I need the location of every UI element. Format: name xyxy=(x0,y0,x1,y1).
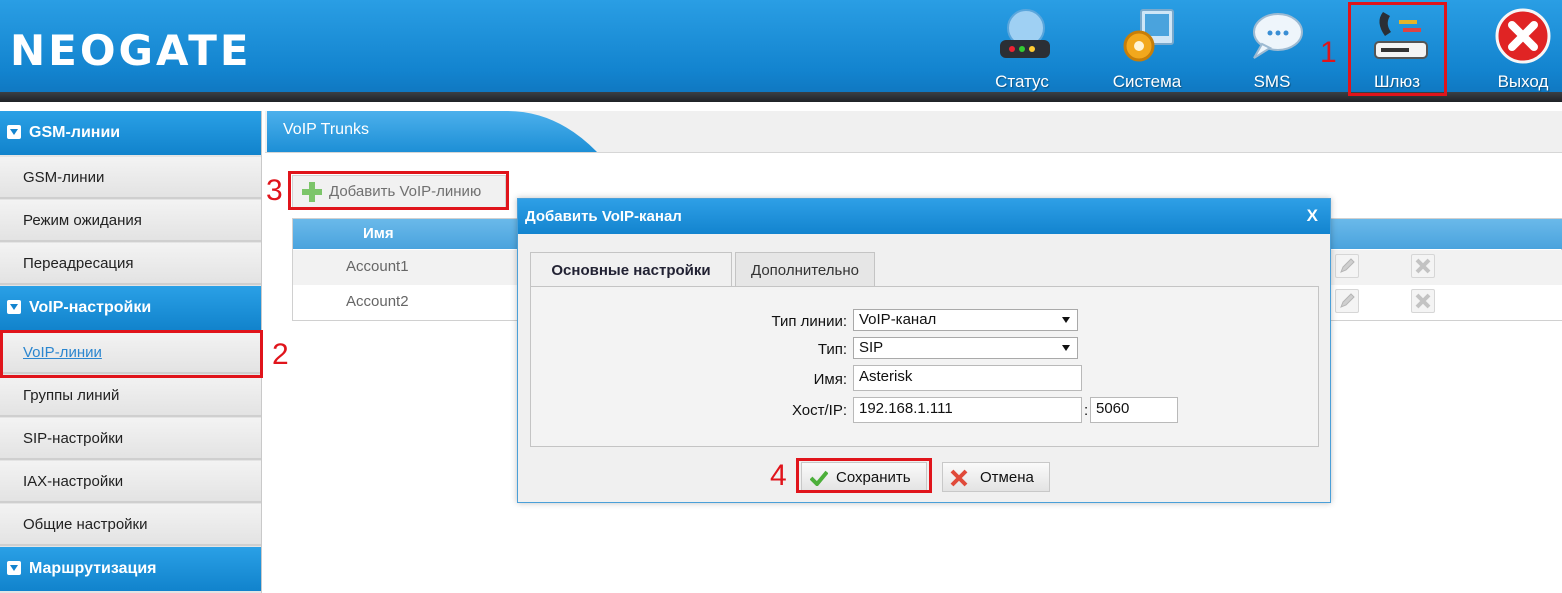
annotation-box-3 xyxy=(288,171,509,210)
tab-voip-trunks[interactable]: VoIP Trunks xyxy=(267,111,597,152)
nav-exit-label: Выход xyxy=(1497,72,1549,91)
chevron-down-icon xyxy=(1062,317,1070,323)
cancel-button[interactable]: Отмена xyxy=(942,462,1050,492)
sidebar-item-label: Группы линий xyxy=(23,387,120,404)
annotation-number-3: 3 xyxy=(266,174,283,207)
edit-pencil-icon[interactable] xyxy=(1335,289,1359,313)
chevron-down-icon xyxy=(1062,345,1070,351)
sidebar-item-label: Режим ожидания xyxy=(23,212,142,229)
nav-sms-label: SMS xyxy=(1253,72,1291,91)
sidebar-item-general-settings[interactable]: Общие настройки xyxy=(0,504,261,546)
sidebar-item-label: IAX-настройки xyxy=(23,473,124,490)
basic-settings-panel: Тип линии: VoIP-канал Тип: SIP Имя: Aste… xyxy=(530,286,1319,447)
nav-sms[interactable]: SMS xyxy=(1222,6,1322,94)
sidebar-section-label: GSM-линии xyxy=(29,124,121,141)
sidebar-item-label: SIP-настройки xyxy=(23,430,124,447)
nav-system-label: Система xyxy=(1112,72,1182,91)
type-value: SIP xyxy=(859,339,884,356)
sms-bubble-icon xyxy=(1253,13,1303,59)
collapse-arrow-icon xyxy=(7,561,21,575)
sidebar-item-standby[interactable]: Режим ожидания xyxy=(0,200,261,242)
dialog-title: Добавить VoIP-канал xyxy=(525,208,682,225)
sidebar-item-line-groups[interactable]: Группы линий xyxy=(0,375,261,417)
tab-title: VoIP Trunks xyxy=(283,121,369,138)
cancel-x-icon xyxy=(950,469,968,487)
system-gear-icon xyxy=(1123,9,1174,62)
edit-pencil-icon[interactable] xyxy=(1335,254,1359,278)
line-type-select[interactable]: VoIP-канал xyxy=(853,309,1078,331)
annotation-box-1 xyxy=(1348,2,1447,96)
header-divider xyxy=(0,92,1562,102)
port-input[interactable]: 5060 xyxy=(1090,397,1178,423)
port-separator: : xyxy=(1084,402,1089,419)
row-name: Account2 xyxy=(346,293,409,310)
close-icon[interactable]: X xyxy=(1307,206,1318,226)
type-label: Тип: xyxy=(817,341,847,358)
annotation-number-1: 1 xyxy=(1320,36,1337,69)
type-select[interactable]: SIP xyxy=(853,337,1078,359)
nav-status[interactable]: Статус xyxy=(972,6,1072,94)
delete-x-icon[interactable] xyxy=(1411,289,1435,313)
sidebar-item-sip-settings[interactable]: SIP-настройки xyxy=(0,418,261,460)
nav-status-label: Статус xyxy=(995,72,1049,91)
line-type-value: VoIP-канал xyxy=(859,311,937,328)
sidebar-item-label: Общие настройки xyxy=(23,516,148,533)
collapse-arrow-icon xyxy=(7,300,21,314)
host-ip-input[interactable]: 192.168.1.111 xyxy=(853,397,1082,423)
annotation-number-4: 4 xyxy=(770,459,787,492)
host-ip-label: Хост/IP: xyxy=(791,402,847,419)
line-type-label: Тип линии: xyxy=(771,313,847,330)
delete-x-icon[interactable] xyxy=(1411,254,1435,278)
nav-exit[interactable]: Выход xyxy=(1473,6,1562,94)
status-router-icon xyxy=(1000,9,1050,58)
row-name: Account1 xyxy=(346,258,409,275)
dialog-title-bar: Добавить VoIP-канал X xyxy=(518,199,1330,234)
sidebar-section-label: VoIP-настройки xyxy=(29,299,152,316)
tab-basic-settings[interactable]: Основные настройки xyxy=(530,252,732,288)
sidebar-section-routing[interactable]: Маршрутизация xyxy=(0,547,261,591)
sidebar-item-label: GSM-линии xyxy=(23,169,105,186)
annotation-box-2 xyxy=(0,330,263,378)
sidebar-item-forwarding[interactable]: Переадресация xyxy=(0,243,261,285)
sidebar-item-label: Переадресация xyxy=(23,255,134,272)
name-input[interactable]: Asterisk xyxy=(853,365,1082,391)
nav-system[interactable]: Система xyxy=(1097,6,1197,94)
collapse-arrow-icon xyxy=(7,125,21,139)
sidebar-section-label: Маршрутизация xyxy=(29,560,157,577)
sidebar-section-gsm[interactable]: GSM-линии xyxy=(0,111,261,155)
tab-advanced[interactable]: Дополнительно xyxy=(735,252,875,286)
neogate-logo: NEOGATE xyxy=(10,26,252,75)
cancel-label: Отмена xyxy=(980,469,1034,486)
sidebar-section-voip[interactable]: VoIP-настройки xyxy=(0,286,261,330)
name-label: Имя: xyxy=(813,371,847,388)
annotation-box-4 xyxy=(796,458,932,493)
column-header-name: Имя xyxy=(363,225,394,242)
exit-close-icon xyxy=(1495,8,1551,64)
annotation-number-2: 2 xyxy=(272,338,289,371)
tab-label: Основные настройки xyxy=(551,262,711,279)
sidebar-item-iax-settings[interactable]: IAX-настройки xyxy=(0,461,261,503)
tab-label: Дополнительно xyxy=(751,262,859,279)
sidebar-item-gsm-lines[interactable]: GSM-линии xyxy=(0,157,261,199)
